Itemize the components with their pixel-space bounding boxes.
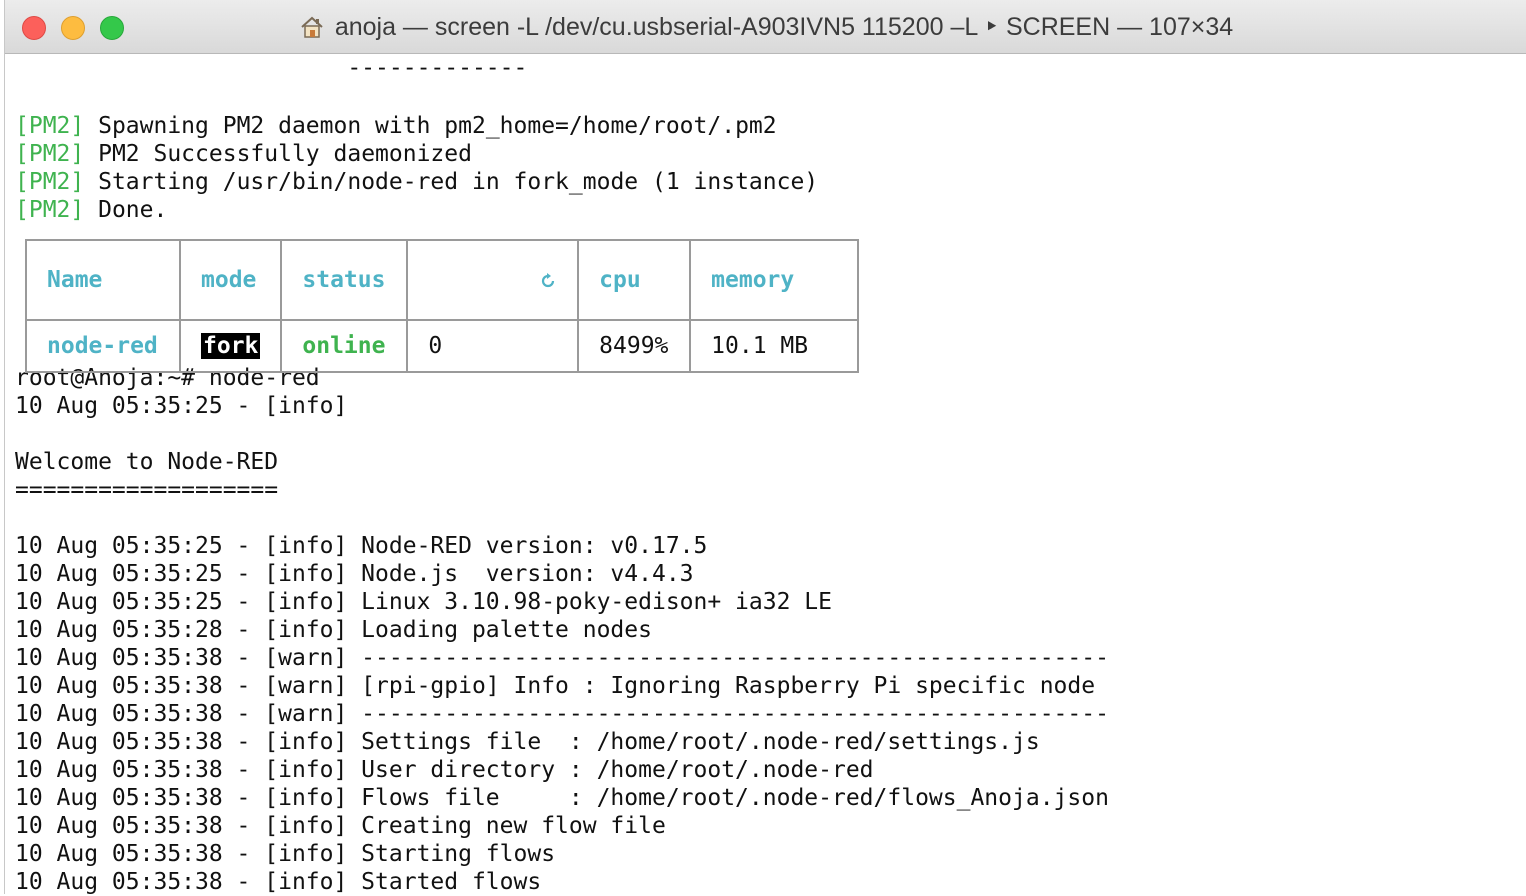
pm2-message: Done. [84,197,168,223]
process-memory: 10.1 MB [689,319,860,373]
pm2-line: [PM2] Starting /usr/bin/node-red in fork… [15,168,818,196]
title-bar[interactable]: anoja — screen -L /dev/cu.usbserial-A903… [5,0,1526,54]
process-mode-cell: fork [178,319,283,373]
home-icon [301,16,323,38]
process-cpu: 8499% [577,319,692,373]
terminal-window: anoja — screen -L /dev/cu.usbserial-A903… [4,0,1526,895]
header-mode: mode [178,239,283,321]
log-line: 10 Aug 05:35:28 - [info] Loading palette… [15,617,652,643]
table-header-row: Name mode status cpu memory [25,239,860,321]
log-line: 10 Aug 05:35:38 - [info] Creating new fl… [15,813,666,839]
pm2-message: Spawning PM2 daemon with pm2_home=/home/… [84,113,777,139]
pm2-tag: [PM2] [15,169,85,195]
table-row: node-red fork online 0 8499% 10.1 MB [25,319,860,373]
window-title: anoja — screen -L /dev/cu.usbserial-A903… [334,13,1234,41]
log-line: 10 Aug 05:35:38 - [info] Starting flows [15,841,556,867]
pm2-message: PM2 Successfully daemonized [84,141,472,167]
restart-icon [542,272,555,287]
pm2-line: [PM2] Spawning PM2 daemon with pm2_home=… [15,112,777,140]
header-restarts [406,239,580,321]
log-line: 10 Aug 05:35:25 - [info] [15,393,348,419]
log-line: 10 Aug 05:35:38 - [warn] [rpi-gpio] Info… [15,673,1096,699]
header-cpu: cpu [577,239,692,321]
log-line: 10 Aug 05:35:38 - [warn] ---------------… [15,645,1109,671]
pm2-line: [PM2] PM2 Successfully daemonized [15,140,472,168]
process-name: node-red [25,319,181,373]
process-status: online [280,319,409,373]
log-line: 10 Aug 05:35:38 - [info] Started flows [15,869,542,895]
header-memory: memory [689,239,860,321]
header-name: Name [25,239,181,321]
log-line: 10 Aug 05:35:25 - [info] Node-RED versio… [15,533,708,559]
log-line: 10 Aug 05:35:38 - [warn] ---------------… [15,701,1109,727]
pm2-line: [PM2] Done. [15,196,167,224]
pm2-process-table: Name mode status cpu memory node-red for… [25,239,860,373]
terminal-line: ------------- [15,55,528,81]
pm2-tag: [PM2] [15,197,85,223]
log-line: 10 Aug 05:35:38 - [info] Settings file :… [15,729,1040,755]
log-line: Welcome to Node-RED [15,449,279,475]
title-group: anoja — screen -L /dev/cu.usbserial-A903… [5,0,1526,54]
process-mode: fork [201,333,261,359]
log-line: 10 Aug 05:35:38 - [info] Flows file : /h… [15,785,1109,811]
pm2-tag: [PM2] [15,141,85,167]
log-line: 10 Aug 05:35:38 - [info] User directory … [15,757,874,783]
log-line: 10 Aug 05:35:25 - [info] Linux 3.10.98-p… [15,589,832,615]
pm2-message: Starting /usr/bin/node-red in fork_mode … [84,169,819,195]
header-status: status [280,239,409,321]
log-line: =================== [15,477,279,503]
process-restarts: 0 [406,319,580,373]
pm2-tag: [PM2] [15,113,85,139]
log-line: 10 Aug 05:35:25 - [info] Node.js version… [15,561,694,587]
